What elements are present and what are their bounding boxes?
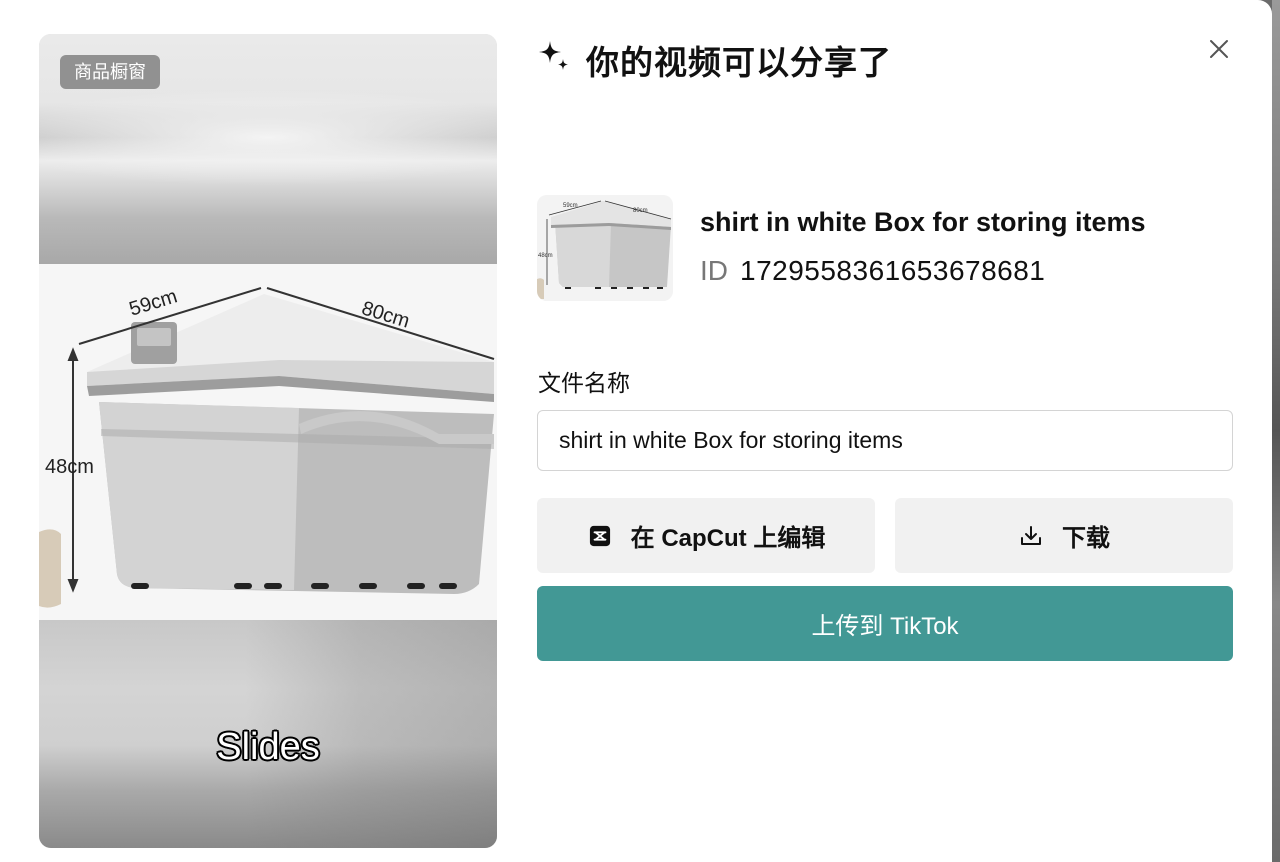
product-id-row: ID 1729558361653678681 xyxy=(700,255,1045,287)
upload-to-tiktok-label: 上传到 TikTok xyxy=(811,613,959,640)
edit-in-capcut-label: 在 CapCut 上编辑 xyxy=(630,525,826,552)
dialog-title: 你的视频可以分享了 xyxy=(586,44,892,81)
upload-to-tiktok-button[interactable]: 上传到 TikTok xyxy=(537,586,1233,661)
close-icon xyxy=(1210,40,1228,58)
product-image: 59cm 80cm 48cm xyxy=(39,264,497,620)
filename-label: 文件名称 xyxy=(538,370,630,396)
svg-text:80cm: 80cm xyxy=(633,208,648,214)
showcase-badge: 商品橱窗 xyxy=(60,55,160,89)
product-id-label: ID xyxy=(700,255,728,286)
sparkle-icon xyxy=(537,39,571,73)
download-button[interactable]: 下载 xyxy=(895,498,1233,573)
download-label: 下载 xyxy=(1062,525,1110,552)
dimension-height-label: 48cm xyxy=(45,456,94,478)
edit-in-capcut-button[interactable]: 在 CapCut 上编辑 xyxy=(537,498,875,573)
preview-caption: Slides xyxy=(216,726,320,768)
storage-box-illustration xyxy=(39,264,497,620)
svg-text:59cm: 59cm xyxy=(563,203,578,209)
download-icon xyxy=(1018,523,1044,549)
product-name: shirt in white Box for storing items xyxy=(700,207,1146,237)
svg-text:48cm: 48cm xyxy=(538,253,553,259)
close-button[interactable] xyxy=(1204,34,1234,64)
filename-input[interactable] xyxy=(537,410,1233,471)
product-id-value: 1729558361653678681 xyxy=(740,255,1046,286)
share-dialog: 59cm 80cm 48cm 商品橱窗 Slides 你的视频可以分享了 59c… xyxy=(0,0,1272,862)
capcut-icon xyxy=(587,523,613,549)
background-window-edge xyxy=(1272,0,1280,862)
product-thumbnail: 59cm 80cm 48cm xyxy=(537,195,673,301)
video-preview[interactable]: 59cm 80cm 48cm 商品橱窗 Slides xyxy=(39,34,497,848)
